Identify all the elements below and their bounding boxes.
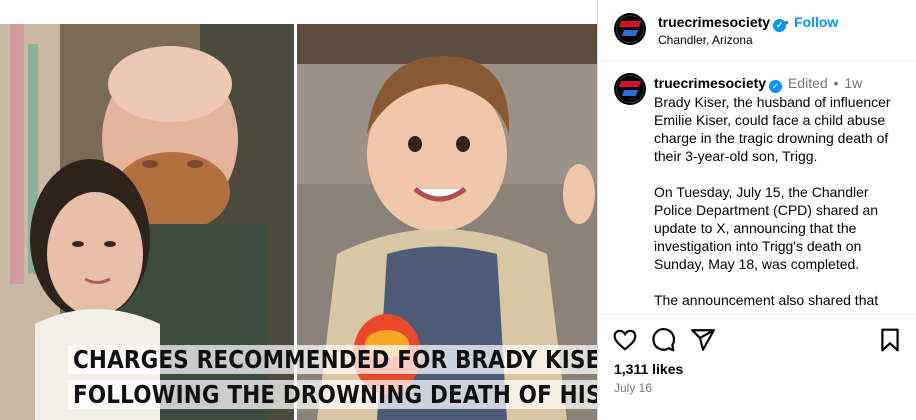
comment-icon[interactable] <box>650 327 676 353</box>
comment-header: truecrimesociety ✓ Edited • 1w <box>654 75 862 93</box>
follow-button[interactable]: Follow <box>794 14 838 30</box>
likes-count[interactable]: 1,311 likes <box>614 361 683 377</box>
header-username[interactable]: truecrimesociety <box>658 14 770 30</box>
image-caption: CHARGES RECOMMENDED FOR BRADY KISER FOLL… <box>30 338 597 420</box>
caption-comment: truecrimesociety ✓ Edited • 1w Brady Kise… <box>598 62 916 314</box>
caption-line-2: FOLLOWING THE DROWNING DEATH OF HIS SON. <box>67 378 597 412</box>
post-header: truecrimesociety ✓ • Follow Chandler, Ari… <box>598 0 916 61</box>
location-link[interactable]: Chandler, Arizona <box>658 33 753 47</box>
heart-icon[interactable] <box>612 327 638 353</box>
comment-username[interactable]: truecrimesociety <box>654 75 766 91</box>
edited-label: Edited <box>787 75 828 91</box>
verified-badge-icon: ✓ <box>769 80 783 93</box>
header-username-row: truecrimesociety ✓ <box>658 14 787 32</box>
caption-line-2-text: FOLLOWING THE DROWNING DEATH OF HIS SON. <box>67 380 597 409</box>
post-media[interactable]: CHARGES RECOMMENDED FOR BRADY KISER FOLL… <box>0 0 597 420</box>
post-details-panel: truecrimesociety ✓ • Follow Chandler, Ari… <box>597 0 916 420</box>
avatar[interactable] <box>614 13 646 45</box>
comment-paragraph: On Tuesday, July 15, the Chandler Police… <box>654 184 879 272</box>
header-separator: • <box>784 14 789 30</box>
comment-separator: • <box>833 75 839 91</box>
comment-body: Brady Kiser, the husband of influencer E… <box>654 93 902 314</box>
caption-line-1-text: CHARGES RECOMMENDED FOR BRADY KISER <box>67 345 597 374</box>
bookmark-icon[interactable] <box>877 327 903 353</box>
caption-line-1: CHARGES RECOMMENDED FOR BRADY KISER <box>67 343 597 377</box>
avatar[interactable] <box>614 73 646 105</box>
comment-paragraph: Brady Kiser, the husband of influencer E… <box>654 94 891 164</box>
comment-paragraph: The announcement also shared that <box>654 292 879 308</box>
action-bar: 1,311 likes July 16 <box>598 314 916 420</box>
comment-time[interactable]: 1w <box>844 75 862 91</box>
share-icon[interactable] <box>690 327 716 353</box>
post-date[interactable]: July 16 <box>614 381 652 395</box>
